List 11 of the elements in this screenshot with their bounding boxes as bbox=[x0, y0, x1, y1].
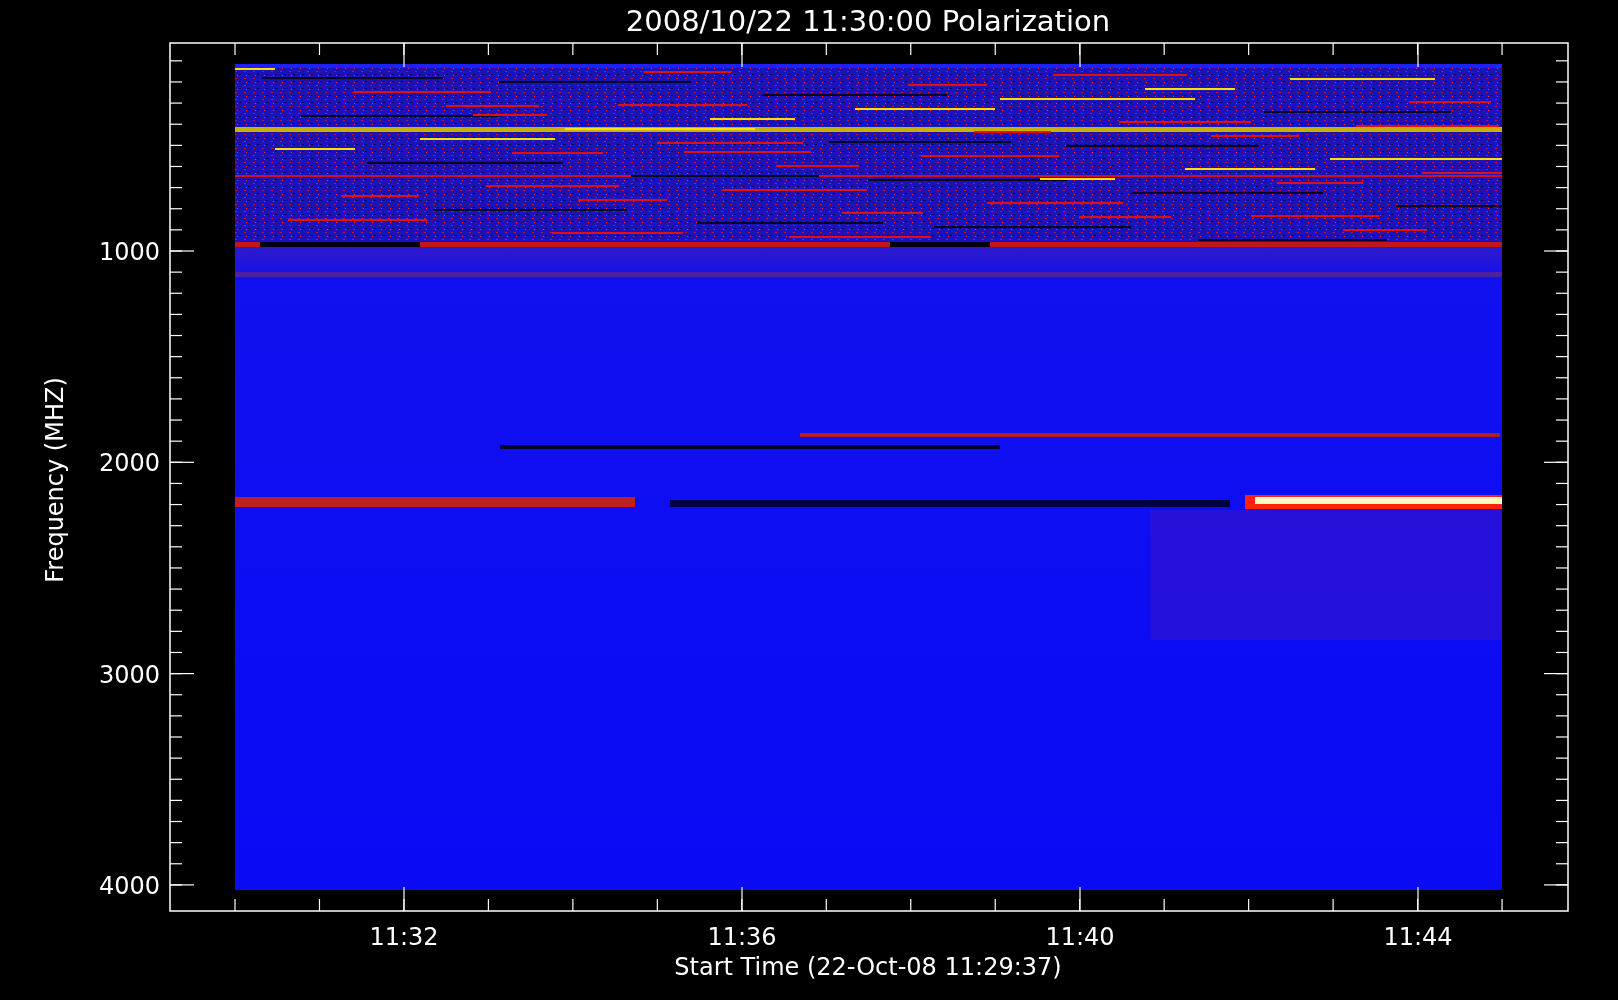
chart-title: 2008/10/22 11:30:00 Polarization bbox=[625, 4, 1111, 38]
x-axis-label: Start Time (22-Oct-08 11:29:37) bbox=[674, 953, 1062, 981]
y-axis-label: Frequency (MHZ) bbox=[41, 377, 69, 583]
y-tick-label: 3000 bbox=[98, 660, 160, 689]
x-tick-label: 11:44 bbox=[1383, 923, 1453, 951]
y-tick-label: 4000 bbox=[98, 871, 160, 900]
y-tick-label: 1000 bbox=[98, 238, 160, 266]
x-tick-label: 11:40 bbox=[1045, 923, 1115, 951]
x-tick-label: 11:32 bbox=[369, 923, 439, 951]
y-tick-label: 2000 bbox=[98, 449, 160, 478]
x-tick-label: 11:36 bbox=[707, 923, 777, 951]
